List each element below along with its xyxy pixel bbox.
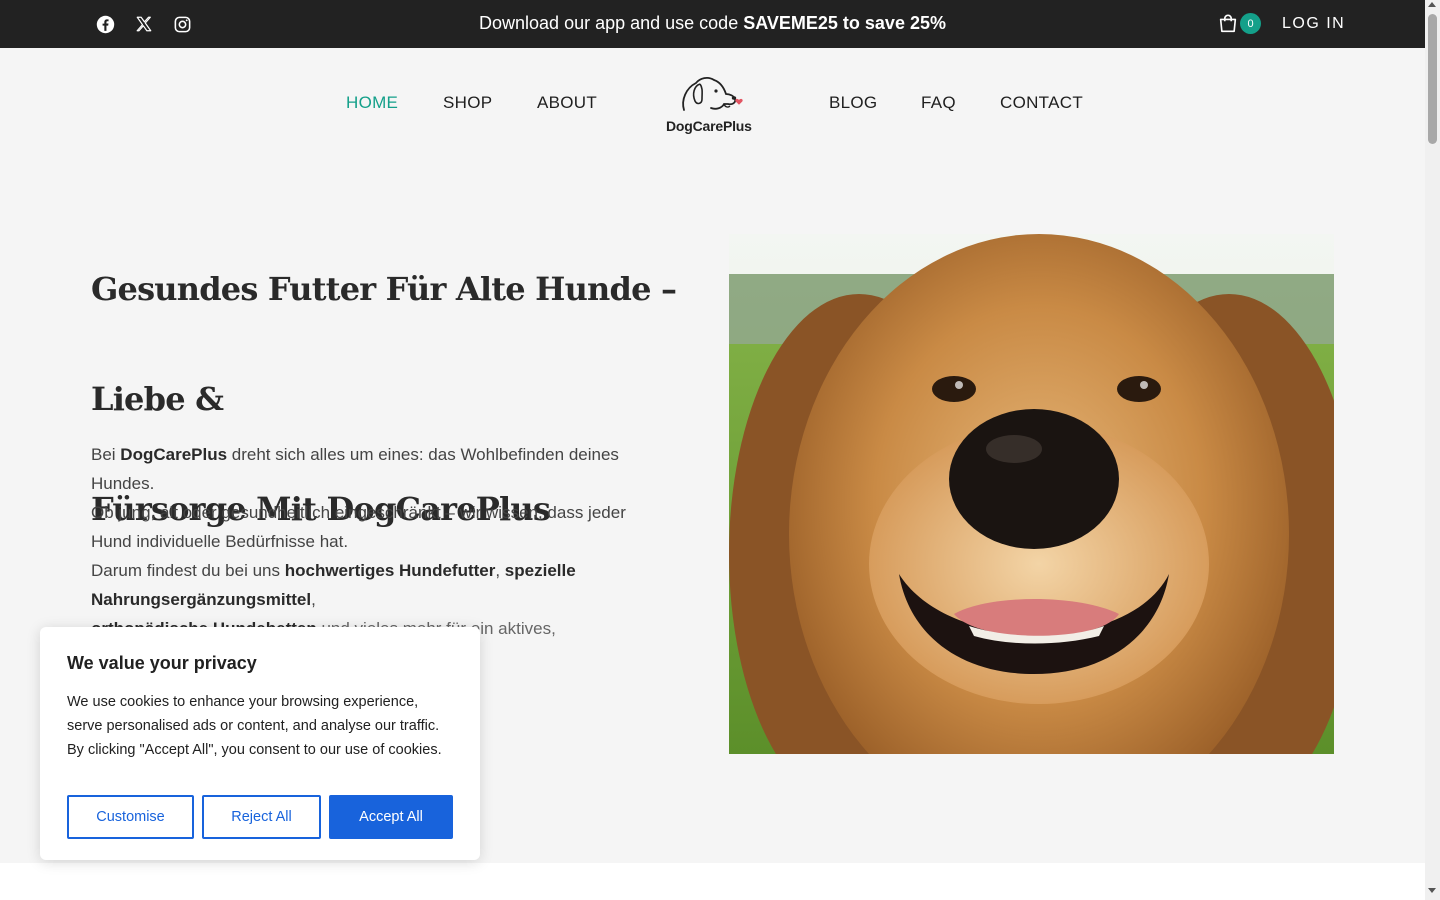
nav-contact[interactable]: CONTACT (1000, 93, 1083, 113)
reject-all-button[interactable]: Reject All (202, 795, 321, 839)
promo-text: Download our app and use code SAVEME25 t… (0, 13, 1425, 34)
hero-dog-image (729, 234, 1334, 754)
brand-name-bold: DogCarePlus (120, 445, 228, 464)
accept-all-button[interactable]: Accept All (329, 795, 453, 839)
promo-code: SAVEME25 to save 25% (743, 13, 946, 33)
customise-button[interactable]: Customise (67, 795, 194, 839)
hero-p3-comma2: , (311, 590, 316, 609)
nav-home[interactable]: HOME (346, 93, 398, 113)
cookie-buttons: Customise Reject All Accept All (67, 795, 453, 839)
cookie-text: We use cookies to enhance your browsing … (67, 694, 442, 758)
hero-paragraph-3: Darum findest du bei uns hochwertiges Hu… (91, 556, 631, 614)
scroll-down-arrow-icon[interactable] (1428, 888, 1436, 893)
page-scrollbar[interactable] (1425, 0, 1440, 900)
hero-p1-start: Bei (91, 445, 121, 464)
announcement-bar: Download our app and use code SAVEME25 t… (0, 0, 1425, 48)
nav-blog[interactable]: BLOG (829, 93, 877, 113)
cart-count-badge: 0 (1240, 13, 1261, 34)
nav-shop[interactable]: SHOP (443, 93, 492, 113)
hero-paragraph-1: Bei DogCarePlus dreht sich alles um eine… (91, 440, 631, 498)
hero-p3-comma: , (495, 561, 505, 580)
nav-faq[interactable]: FAQ (921, 93, 956, 113)
hero-p3-start: Darum findest du bei uns (91, 561, 285, 580)
cart-icon[interactable] (1217, 13, 1239, 35)
cookie-consent-banner: We value your privacy We use cookies to … (40, 627, 480, 860)
hero-paragraph-2: Ob jung, alt oder gesundheitlich eingesc… (91, 503, 626, 551)
scrollbar-thumb[interactable] (1428, 14, 1437, 144)
logo-text: DogCarePlus (666, 118, 752, 134)
hero-title-line1: Gesundes Futter Für Alte Hunde – Liebe & (91, 270, 677, 418)
hero-p3-bold-food: hochwertiges Hundefutter (284, 561, 496, 580)
hero-description: Bei DogCarePlus dreht sich alles um eine… (91, 440, 631, 640)
promo-prefix: Download our app and use code (479, 13, 744, 33)
login-link[interactable]: LOG IN (1282, 15, 1345, 33)
scroll-up-arrow-icon[interactable] (1428, 2, 1436, 7)
cookie-title: We value your privacy (67, 653, 257, 673)
nav-about[interactable]: ABOUT (537, 93, 597, 113)
